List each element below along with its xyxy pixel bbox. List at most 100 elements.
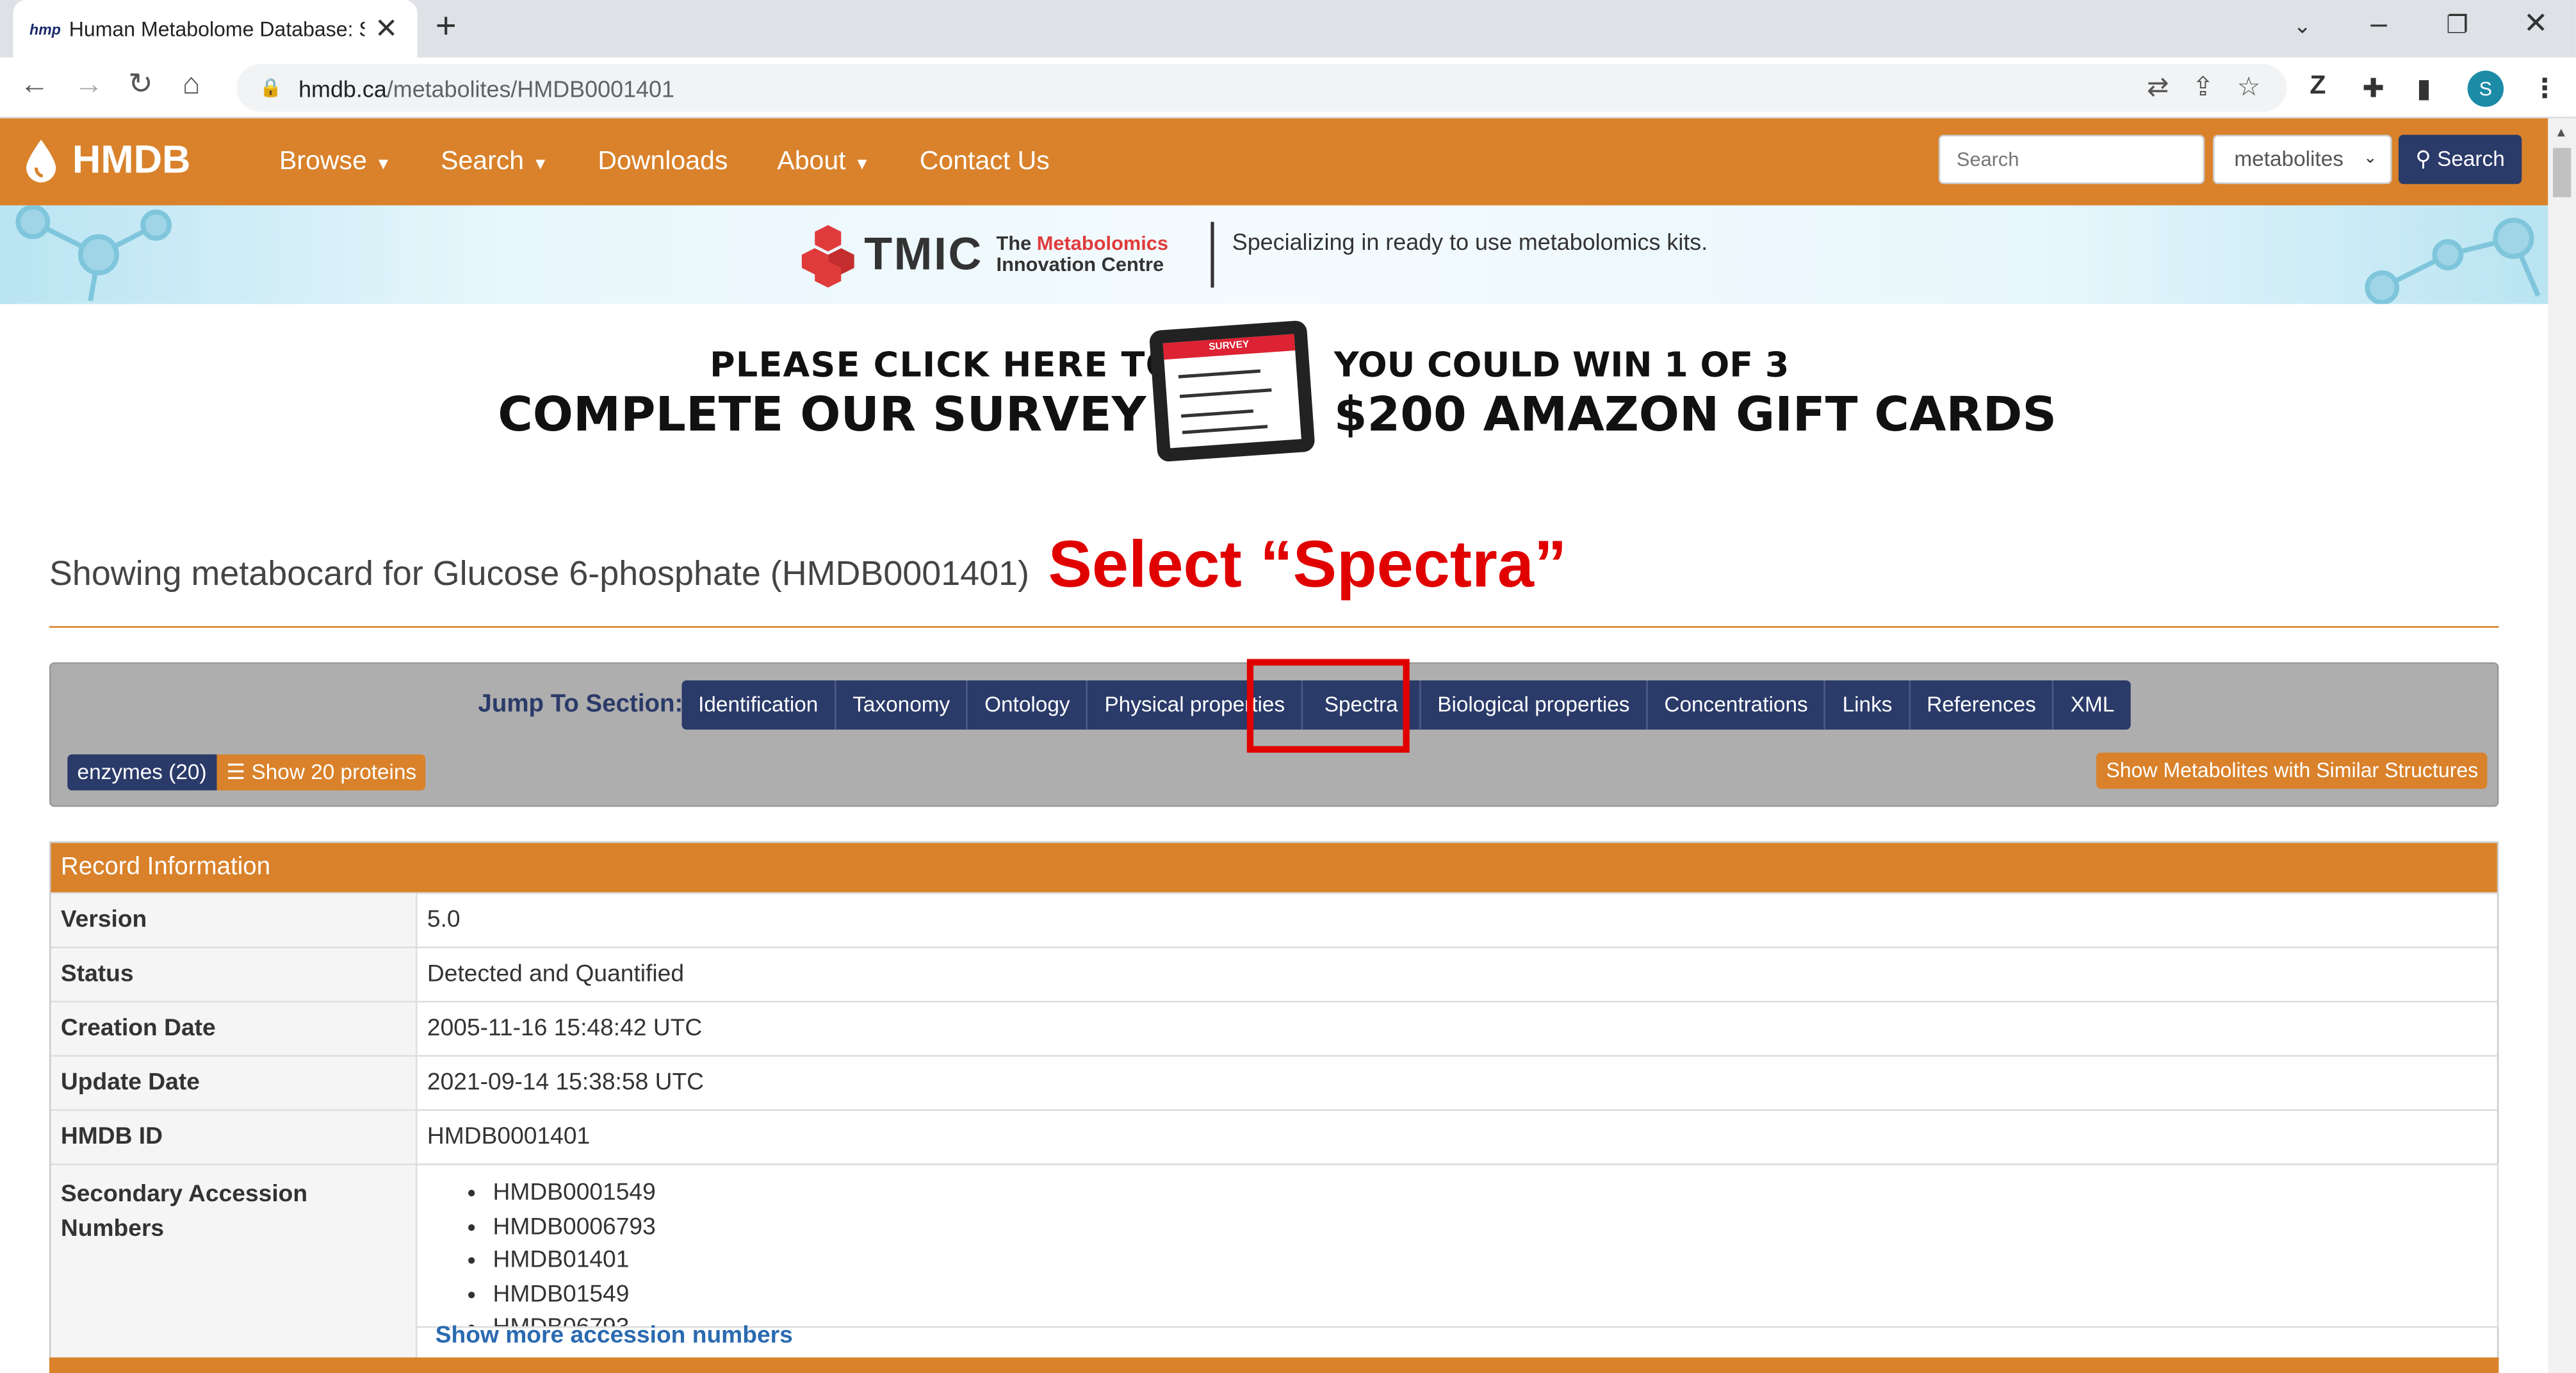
back-icon[interactable]: ←	[20, 67, 49, 102]
title-divider	[49, 626, 2499, 628]
survey-right-line1: YOU COULD WIN 1 OF 3	[1333, 345, 1789, 385]
table-row: Version 5.0	[51, 892, 2497, 947]
forward-icon[interactable]: →	[74, 67, 103, 102]
favicon-icon: hmp	[29, 21, 61, 37]
jump-biological-properties-button[interactable]: Biological properties	[1421, 680, 1648, 730]
molecule-decoration-icon	[15, 205, 172, 302]
menu-search[interactable]: Search ▼	[441, 147, 548, 177]
url-host: hmdb.ca	[298, 74, 387, 101]
instruction-annotation: Select “Spectra”	[1048, 529, 1567, 602]
record-heading: Record Information	[51, 843, 2497, 892]
next-section-header	[49, 1357, 2499, 1373]
tmic-logo: TMIC The Metabolomics Innovation Centre	[801, 222, 1169, 288]
restore-icon[interactable]: ❐	[2446, 10, 2468, 40]
survey-right-line2: $200 AMAZON GIFT CARDS	[1333, 386, 2057, 442]
caret-down-icon: ▼	[375, 155, 392, 174]
list-item: HMDB01549	[493, 1278, 2497, 1311]
hmdb-navbar: HMDB Browse ▼ Search ▼ Downloads About ▼ Co…	[0, 118, 2548, 206]
browser-tab-strip: hmp Human Metabolome Database: S ✕ + ⌄ –…	[0, 0, 2576, 58]
screenshot-root: hmp Human Metabolome Database: S ✕ + ⌄ –…	[0, 0, 2576, 1373]
tmic-banner[interactable]: TMIC The Metabolomics Innovation Centre …	[0, 205, 2548, 304]
translate-icon[interactable]: ⇄	[2147, 70, 2169, 103]
caret-down-icon: ▼	[854, 155, 870, 174]
jump-xml-button[interactable]: XML	[2054, 680, 2131, 730]
jump-taxonomy-button[interactable]: Taxonomy	[836, 680, 968, 730]
table-row: HMDB ID HMDB0001401	[51, 1109, 2497, 1164]
search-scope-select[interactable]: metabolites ⌄	[2213, 135, 2392, 185]
jump-concentrations-button[interactable]: Concentrations	[1647, 680, 1826, 730]
show-proteins-button[interactable]: ☰ Show 20 proteins	[216, 754, 427, 791]
jump-references-button[interactable]: References	[1910, 680, 2055, 730]
reload-icon[interactable]: ↻	[128, 67, 153, 102]
jump-links-button[interactable]: Links	[1825, 680, 1911, 730]
main-menu: Browse ▼ Search ▼ Downloads About ▼ Contact…	[279, 119, 1050, 206]
menu-browse[interactable]: Browse ▼	[279, 147, 391, 177]
nav-search-input[interactable]	[1938, 135, 2205, 185]
caret-down-icon: ▼	[532, 155, 549, 174]
list-item: HMDB0006793	[493, 1210, 2497, 1244]
show-more-accessions-link[interactable]: Show more accession numbers	[436, 1323, 793, 1349]
extensions-puzzle-icon[interactable]: ✚	[2362, 72, 2384, 105]
spectra-highlight-box	[1246, 659, 1410, 753]
page-title: Showing metabocard for Glucose 6-phospha…	[49, 555, 1030, 593]
list-icon: ☰	[226, 759, 252, 784]
table-row: Creation Date 2005-11-16 15:48:42 UTC	[51, 1001, 2497, 1055]
list-item: HMDB01401	[493, 1244, 2497, 1278]
chevron-down-icon: ⌄	[2363, 149, 2377, 168]
zotero-extension-icon[interactable]: Z	[2310, 72, 2326, 102]
table-row: Secondary Accession Numbers HMDB0001549 …	[51, 1163, 2499, 1373]
survey-left-line1: PLEASE CLICK HERE TO	[710, 345, 1176, 385]
url-path: /metabolites/HMDB0001401	[386, 74, 674, 101]
side-panel-icon[interactable]: ▮	[2417, 72, 2431, 105]
record-information-table: Record Information Version 5.0 Status De…	[49, 841, 2499, 1373]
droplet-logo-icon	[26, 140, 56, 183]
hmdb-logo[interactable]: HMDB	[23, 138, 191, 184]
list-item: HMDB0001549	[493, 1177, 2497, 1211]
nav-search-button[interactable]: ⚲ Search	[2398, 135, 2522, 185]
tab-title: Human Metabolome Database: S	[69, 17, 365, 40]
list-item: HMDB06793	[493, 1311, 2497, 1326]
enzymes-count-badge[interactable]: enzymes (20)	[67, 754, 216, 791]
bookmark-star-icon[interactable]: ☆	[2237, 70, 2261, 103]
jump-label: Jump To Section:	[478, 690, 683, 718]
address-bar[interactable]: 🔒 hmdb.ca/metabolites/HMDB0001401 ⇄ ⇪ ☆	[236, 64, 2287, 112]
close-tab-icon[interactable]: ✕	[375, 12, 398, 45]
search-icon: ⚲	[2415, 146, 2431, 171]
tmic-tagline: Specializing in ready to use metabolomic…	[1232, 228, 1708, 255]
table-row: Status Detected and Quantified	[51, 946, 2497, 1001]
jump-identification-button[interactable]: Identification	[681, 680, 836, 730]
tmic-divider	[1211, 222, 1214, 288]
menu-downloads[interactable]: Downloads	[598, 147, 728, 177]
scroll-up-icon[interactable]: ▲	[2555, 125, 2568, 140]
home-icon[interactable]: ⌂	[183, 67, 200, 102]
survey-left-line2: COMPLETE OUR SURVEY	[498, 386, 1146, 442]
minimize-icon[interactable]: –	[2370, 6, 2387, 41]
scrollbar-thumb[interactable]	[2553, 147, 2572, 197]
tmic-sub-metabolomics: Metabolomics	[1036, 231, 1169, 255]
new-tab-icon[interactable]: +	[436, 5, 457, 48]
menu-contact-us[interactable]: Contact Us	[920, 147, 1050, 177]
tmic-wordmark: TMIC	[864, 228, 983, 280]
tmic-sub-the: The	[996, 231, 1037, 255]
brand-name: HMDB	[72, 138, 191, 183]
share-icon[interactable]: ⇪	[2192, 70, 2213, 103]
enzymes-group: enzymes (20) ☰ Show 20 proteins	[67, 754, 427, 791]
secondary-accession-list[interactable]: HMDB0001549 HMDB0006793 HMDB01401 HMDB01…	[415, 1163, 2499, 1328]
browser-menu-icon[interactable]: ⋮	[2532, 72, 2558, 105]
table-row: Update Date 2021-09-14 15:38:58 UTC	[51, 1055, 2497, 1110]
browser-toolbar: ← → ↻ ⌂ 🔒 hmdb.ca/metabolites/HMDB000140…	[0, 57, 2576, 119]
page-scrollbar[interactable]: ▲	[2548, 118, 2576, 1373]
molecule-decoration-icon	[2365, 217, 2541, 304]
survey-tablet-icon: SURVEY	[1148, 320, 1316, 463]
window-close-icon[interactable]: ✕	[2523, 6, 2548, 41]
tab-search-icon[interactable]: ⌄	[2294, 13, 2311, 40]
profile-avatar[interactable]: S	[2467, 70, 2504, 107]
lock-icon: 🔒	[259, 79, 282, 99]
menu-about[interactable]: About ▼	[777, 147, 870, 177]
tmic-sub-centre: Innovation Centre	[996, 253, 1164, 276]
browser-tab[interactable]: hmp Human Metabolome Database: S ✕	[13, 0, 418, 58]
tmic-hexagon-logo-icon	[801, 225, 854, 288]
jump-ontology-button[interactable]: Ontology	[968, 680, 1088, 730]
survey-banner[interactable]: PLEASE CLICK HERE TO COMPLETE OUR SURVEY…	[493, 320, 2070, 473]
similar-structures-button[interactable]: Show Metabolites with Similar Structures	[2096, 752, 2488, 789]
